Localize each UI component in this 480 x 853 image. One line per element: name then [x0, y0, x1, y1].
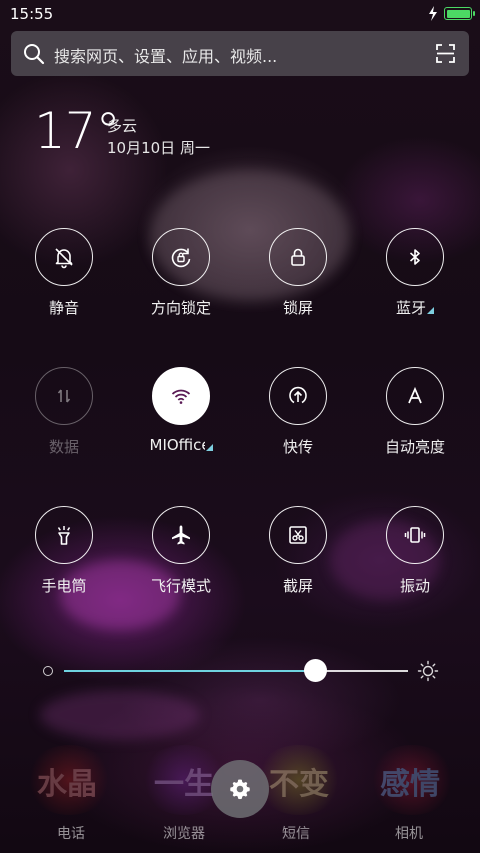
- search-input[interactable]: 搜索网页、设置、应用、视频...: [54, 43, 277, 67]
- dock-app-phone-tile: 水晶: [25, 745, 113, 815]
- dock-label-phone: 电话: [57, 826, 85, 842]
- battery-icon: [444, 7, 475, 20]
- gear-icon: [230, 779, 250, 800]
- toggle-label: 蓝牙: [360, 297, 470, 318]
- toggle-circle[interactable]: [386, 228, 444, 286]
- brightness-slider-fill: [64, 670, 316, 672]
- toggle-circle[interactable]: [269, 506, 327, 564]
- toggle-circle[interactable]: [35, 367, 93, 425]
- dock-label-camera: 相机: [395, 826, 423, 842]
- airplane-icon: [172, 525, 190, 545]
- toggle-label: 方向锁定: [150, 299, 211, 317]
- toggle-label: 锁屏: [282, 299, 313, 317]
- toggle-circle[interactable]: [152, 228, 210, 286]
- toggle-mute[interactable]: 静音: [9, 228, 119, 328]
- vibrate-icon: [404, 527, 426, 543]
- brightness-high-icon: [417, 660, 439, 682]
- toggle-flashlight[interactable]: 手电筒: [9, 506, 119, 606]
- toggle-airplane-mode[interactable]: 飞行模式: [126, 506, 236, 606]
- toggle-circle[interactable]: [152, 367, 210, 425]
- search-bar[interactable]: 搜索网页、设置、应用、视频...: [11, 31, 469, 76]
- brightness-low-icon: [43, 666, 53, 676]
- toggle-label-text: MIOffice: [149, 436, 205, 454]
- dock-tile-text: 不变: [269, 767, 329, 802]
- wallpaper-blob: [40, 690, 200, 740]
- toggle-auto-brightness[interactable]: 自动亮度: [360, 367, 470, 467]
- toggle-label: 数据: [48, 438, 79, 456]
- lock-icon: [291, 248, 305, 266]
- toggle-rotation-lock[interactable]: 方向锁定: [126, 228, 236, 328]
- charging-icon: [429, 6, 437, 21]
- weather-condition: 多云: [107, 117, 138, 135]
- flashlight-icon: [57, 526, 71, 545]
- toggle-lock-screen[interactable]: 锁屏: [243, 228, 353, 328]
- transfer-icon: [289, 386, 307, 404]
- toggle-screenshot[interactable]: 截屏: [243, 506, 353, 606]
- toggle-label: 静音: [48, 299, 79, 317]
- search-icon: [24, 44, 45, 65]
- toggle-label: 手电筒: [41, 577, 87, 595]
- dock-tile-text: 一生: [154, 767, 214, 802]
- battery-fill: [446, 9, 470, 18]
- toggle-circle[interactable]: [269, 228, 327, 286]
- mobile-data-icon: [57, 389, 71, 403]
- toggle-circle[interactable]: [152, 506, 210, 564]
- menu-indicator-icon: [427, 307, 434, 314]
- status-time: 15:55: [10, 5, 54, 23]
- settings-button[interactable]: [211, 760, 269, 818]
- dock-app-camera-tile: 感情: [368, 745, 456, 815]
- dock-label-messages: 短信: [282, 826, 310, 842]
- screenshot-icon: [289, 526, 307, 544]
- auto-brightness-icon: [408, 386, 422, 404]
- toggle-vibrate[interactable]: 振动: [360, 506, 470, 606]
- menu-indicator-icon: [205, 444, 213, 451]
- scan-icon[interactable]: [436, 44, 455, 63]
- toggle-label: 截屏: [282, 577, 313, 595]
- date: 10月10日 周一: [107, 139, 210, 157]
- toggle-label: 振动: [399, 577, 430, 595]
- toggle-circle[interactable]: [386, 506, 444, 564]
- bell-off-icon: [55, 248, 73, 269]
- toggle-label-text: 蓝牙: [395, 299, 426, 317]
- toggle-circle[interactable]: [35, 228, 93, 286]
- toggle-wifi[interactable]: MIOffice: [126, 367, 236, 467]
- toggle-bluetooth[interactable]: 蓝牙: [360, 228, 470, 328]
- toggle-quick-transfer[interactable]: 快传: [243, 367, 353, 467]
- dock-label-browser: 浏览器: [163, 826, 205, 842]
- rotation-lock-icon: [171, 248, 191, 268]
- toggle-label: 快传: [282, 438, 313, 456]
- dock-tile-text: 感情: [380, 767, 440, 802]
- toggle-label: 飞行模式: [150, 577, 211, 595]
- toggle-label: 自动亮度: [384, 438, 445, 456]
- dock-app-messages-tile: 不变: [255, 745, 343, 815]
- status-bar: 15:55: [0, 0, 480, 28]
- toggle-circle[interactable]: [386, 367, 444, 425]
- toggle-mobile-data[interactable]: 数据: [9, 367, 119, 467]
- wifi-icon: [171, 389, 191, 404]
- toggle-circle[interactable]: [35, 506, 93, 564]
- brightness-slider[interactable]: [64, 659, 408, 682]
- dock-tile-text: 水晶: [37, 767, 97, 802]
- bluetooth-icon: [409, 249, 420, 265]
- brightness-slider-thumb[interactable]: [304, 659, 328, 682]
- toggle-circle[interactable]: [269, 367, 327, 425]
- toggle-label: MIOffice: [126, 436, 236, 454]
